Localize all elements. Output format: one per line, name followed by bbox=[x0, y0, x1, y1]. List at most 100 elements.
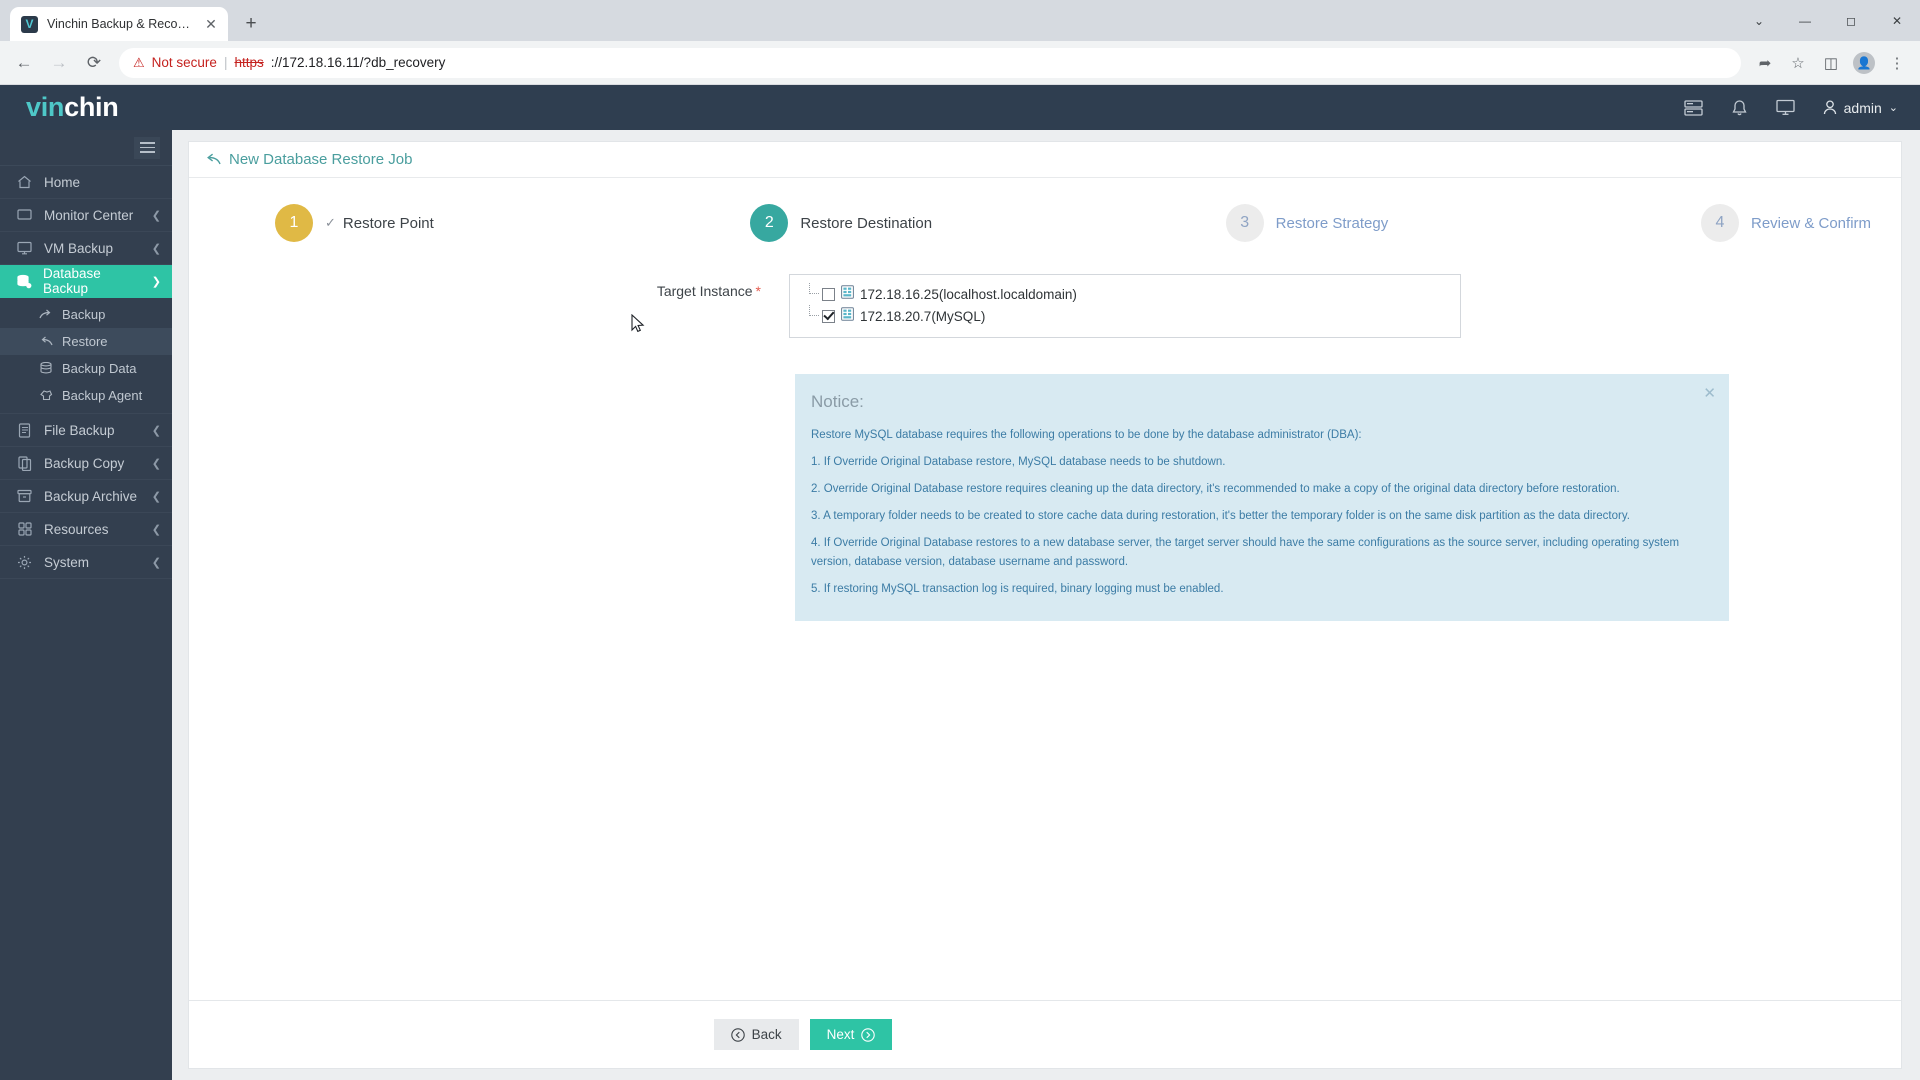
sidebar-item-label: Monitor Center bbox=[44, 207, 134, 223]
notice-panel: ✕ Notice: Restore MySQL database require… bbox=[795, 374, 1729, 621]
sidebar-item-home[interactable]: Home bbox=[0, 166, 172, 199]
required-asterisk: * bbox=[755, 283, 761, 299]
close-icon[interactable]: ✕ bbox=[1874, 0, 1920, 41]
close-icon[interactable]: ✕ bbox=[1703, 384, 1716, 402]
arrow-left-curve-icon bbox=[38, 336, 53, 348]
notice-intro: Restore MySQL database requires the foll… bbox=[811, 429, 1362, 441]
tab-close-icon[interactable]: ✕ bbox=[202, 15, 220, 33]
logo-part-1: vin bbox=[26, 92, 65, 122]
omnibox-divider: | bbox=[223, 55, 228, 70]
sidebar-subitem-label: Backup bbox=[62, 307, 106, 322]
instance-label: 172.18.20.7(MySQL) bbox=[860, 308, 986, 324]
step-restore-point[interactable]: 1 ✓ Restore Point bbox=[275, 204, 750, 242]
sidebar-item-restore[interactable]: Restore bbox=[0, 328, 172, 355]
step-label: Restore Destination bbox=[800, 215, 932, 232]
instance-checkbox[interactable] bbox=[822, 309, 835, 323]
address-bar[interactable]: ⚠ Not secure | https://172.18.16.11/?db_… bbox=[119, 47, 1741, 78]
step-label-text: Restore Point bbox=[342, 214, 434, 232]
sidebar-item-label: Home bbox=[44, 174, 81, 190]
sidebar-subitem-label: Restore bbox=[62, 334, 108, 349]
header-actions: admin ⌄ bbox=[1683, 99, 1898, 117]
next-button-label: Next bbox=[826, 1027, 855, 1042]
back-arrow-icon[interactable]: ← bbox=[8, 47, 40, 79]
instance-tree-row[interactable]: 172.18.16.25(localhost.localdomain) bbox=[806, 283, 1450, 305]
maximize-icon[interactable]: ◻ bbox=[1828, 0, 1874, 41]
instance-checkbox[interactable] bbox=[822, 287, 835, 301]
monitor-icon[interactable] bbox=[1775, 99, 1795, 116]
sidebar-item-file-backup[interactable]: File Backup ❮ bbox=[0, 414, 172, 447]
mouse-cursor bbox=[631, 313, 645, 339]
user-name: admin bbox=[1843, 99, 1882, 116]
home-icon bbox=[16, 175, 33, 189]
wizard-steps: 1 ✓ Restore Point 2 Restore Destination bbox=[189, 204, 1901, 242]
back-button[interactable]: Back bbox=[713, 1019, 799, 1050]
sidebar-subitem-label: Backup Agent bbox=[62, 388, 143, 403]
user-icon bbox=[1823, 100, 1836, 115]
grid-icon bbox=[16, 522, 33, 536]
chevron-down-icon[interactable]: ⌄ bbox=[1736, 0, 1782, 41]
forward-arrow-icon[interactable]: → bbox=[43, 47, 75, 79]
kebab-menu-icon[interactable]: ⋮ bbox=[1882, 48, 1912, 78]
server-list-icon[interactable] bbox=[1683, 99, 1703, 116]
step-review-confirm[interactable]: 4 Review & Confirm bbox=[1700, 204, 1871, 242]
chevron-left-icon: ❮ bbox=[151, 490, 161, 503]
sidebar-item-backup-copy[interactable]: Backup Copy ❮ bbox=[0, 447, 172, 480]
sidebar-item-system[interactable]: System ❮ bbox=[0, 546, 172, 579]
sidebar-item-resources[interactable]: Resources ❮ bbox=[0, 513, 172, 546]
step-restore-destination[interactable]: 2 Restore Destination bbox=[750, 204, 1225, 242]
step-number: 1 bbox=[275, 204, 313, 242]
wizard-panel: New Database Restore Job 1 ✓ Restore Poi… bbox=[188, 141, 1902, 1069]
step-restore-strategy[interactable]: 3 Restore Strategy bbox=[1225, 204, 1701, 242]
sidebar-item-backup-agent[interactable]: Backup Agent bbox=[0, 382, 172, 409]
vinchin-app: vinchin admin ⌄ Home Monitor Center ❮ VM… bbox=[0, 85, 1920, 1080]
sidebar-item-backup[interactable]: Backup bbox=[0, 301, 172, 328]
user-menu[interactable]: admin ⌄ bbox=[1823, 100, 1898, 116]
instance-tree-row[interactable]: 172.18.20.7(MySQL) bbox=[806, 305, 1450, 327]
sidepanel-icon[interactable]: ◫ bbox=[1816, 48, 1846, 78]
circle-right-arrow-icon bbox=[861, 1027, 876, 1042]
minimize-icon[interactable]: — bbox=[1782, 0, 1828, 41]
reload-icon[interactable]: ⟳ bbox=[78, 47, 110, 79]
new-tab-button[interactable]: + bbox=[237, 10, 265, 38]
sidebar-item-database-backup[interactable]: Database Backup ❯ bbox=[0, 265, 172, 298]
wizard-body: 1 ✓ Restore Point 2 Restore Destination bbox=[189, 178, 1901, 1000]
notice-line: 5. If restoring MySQL transaction log is… bbox=[811, 582, 1224, 595]
url-path: ://172.18.16.11/?db_recovery bbox=[270, 55, 446, 70]
security-label: Not secure bbox=[151, 55, 217, 70]
tab-title: Vinchin Backup & Recovery bbox=[47, 17, 193, 31]
next-button[interactable]: Next bbox=[809, 1019, 893, 1050]
sidebar-item-monitor-center[interactable]: Monitor Center ❮ bbox=[0, 199, 172, 232]
browser-tab-strip: V Vinchin Backup & Recovery ✕ + ⌄ — ◻ ✕ bbox=[0, 0, 1920, 41]
sidebar-item-backup-archive[interactable]: Backup Archive ❮ bbox=[0, 480, 172, 513]
back-button-label: Back bbox=[751, 1027, 782, 1042]
notice-line: 3. A temporary folder needs to be create… bbox=[811, 509, 1630, 522]
browser-tab[interactable]: V Vinchin Backup & Recovery ✕ bbox=[10, 7, 228, 41]
target-instance-label: Target Instance * bbox=[189, 274, 789, 338]
hamburger-icon[interactable] bbox=[134, 136, 160, 159]
url-scheme: https bbox=[234, 55, 264, 70]
chevron-left-icon: ❮ bbox=[151, 523, 161, 536]
monitor-icon bbox=[16, 208, 33, 222]
app-body: Home Monitor Center ❮ VM Backup ❮ Databa… bbox=[0, 130, 1920, 1080]
content-area: New Database Restore Job 1 ✓ Restore Poi… bbox=[172, 130, 1920, 1080]
notice-title: Notice: bbox=[811, 392, 864, 411]
sidebar-collapse-row bbox=[0, 130, 172, 166]
back-curve-icon[interactable] bbox=[205, 153, 221, 166]
sidebar-item-label: Backup Archive bbox=[44, 488, 138, 504]
sidebar-item-backup-data[interactable]: Backup Data bbox=[0, 355, 172, 382]
chevron-left-icon: ❮ bbox=[151, 424, 161, 437]
server-instance-icon bbox=[841, 306, 854, 326]
bell-icon[interactable] bbox=[1731, 99, 1748, 117]
circle-left-arrow-icon bbox=[730, 1027, 745, 1042]
target-instance-list[interactable]: 172.18.16.25(localhost.localdomain) 172.… bbox=[789, 274, 1461, 338]
star-icon[interactable]: ☆ bbox=[1783, 48, 1813, 78]
tree-connector bbox=[809, 305, 819, 316]
share-icon[interactable]: ➦ bbox=[1750, 48, 1780, 78]
sidebar-item-vm-backup[interactable]: VM Backup ❮ bbox=[0, 232, 172, 265]
step-number: 4 bbox=[1700, 204, 1739, 242]
sidebar-item-label: System bbox=[44, 554, 90, 570]
logo-part-2: chin bbox=[64, 92, 119, 122]
profile-avatar-icon[interactable]: 👤 bbox=[1849, 48, 1879, 78]
sidebar-item-label: Backup Copy bbox=[44, 455, 125, 471]
vinchin-logo[interactable]: vinchin bbox=[26, 92, 119, 123]
